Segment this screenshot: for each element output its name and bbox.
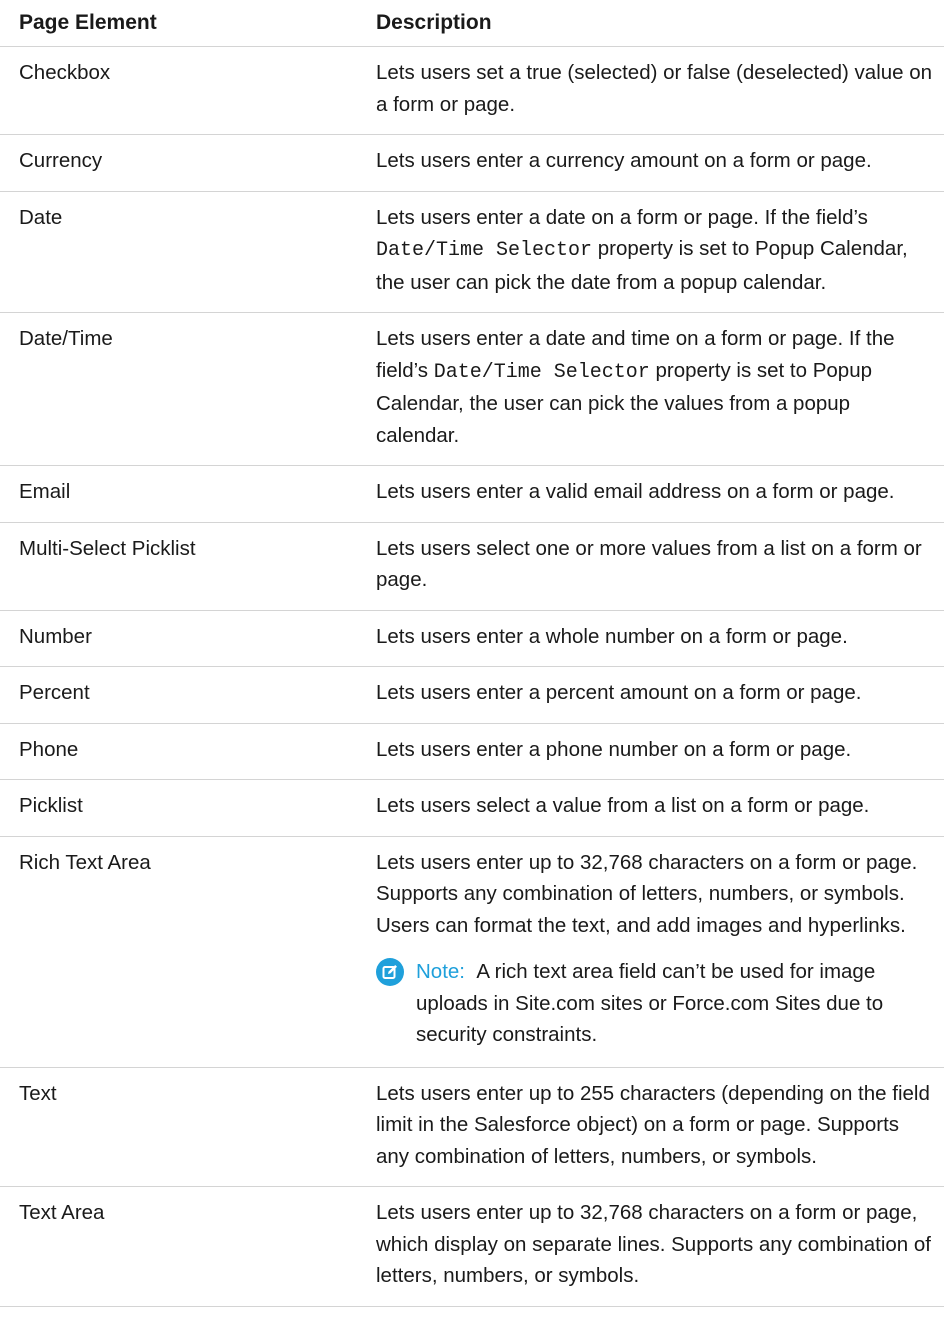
element-description: Lets users select one or more values fro… [357,522,944,611]
element-description: Lets users enter up to 32,768 characters… [357,836,944,1068]
table-row: Checkbox Lets users set a true (selected… [0,46,944,135]
element-name: Date/Time [0,312,357,466]
table-row: Number Lets users enter a whole number o… [0,610,944,667]
element-name: Rich Text Area [0,836,357,1068]
code-date-time-selector: Date/Time Selector [376,239,593,262]
element-name: Checkbox [0,46,357,135]
table-row: Text Lets users enter up to 255 characte… [0,1067,944,1187]
header-description: Description [357,0,944,47]
element-name: Number [0,610,357,667]
element-name: Picklist [0,779,357,837]
element-name: Text Area [0,1186,357,1307]
element-description: Lets users enter a valid email address o… [357,465,944,523]
element-name: Text [0,1067,357,1187]
table-row: Multi-Select Picklist Lets users select … [0,522,944,611]
element-description: Lets users enter a date on a form or pag… [357,191,944,313]
element-name: Email [0,465,357,523]
header-page-element: Page Element [0,0,357,47]
element-description: Lets users enter a phone number on a for… [357,723,944,780]
element-name: Multi-Select Picklist [0,522,357,611]
description-text: Lets users enter up to 32,768 characters… [376,850,918,937]
edit-note-icon [376,958,404,986]
table-row: Rich Text Area Lets users enter up to 32… [0,836,944,1068]
page-elements-table: Page Element Description Checkbox Lets u… [0,0,944,1307]
element-description: Lets users enter a whole number on a for… [357,610,944,667]
table-body: Checkbox Lets users set a true (selected… [0,46,944,1307]
header-row: Page Element Description [0,0,944,47]
table-row: Date Lets users enter a date on a form o… [0,191,944,313]
note-callout: Note: A rich text area field can’t be us… [376,956,936,1051]
table-row: Percent Lets users enter a percent amoun… [0,666,944,724]
table-header: Page Element Description [0,0,944,47]
table-row: Phone Lets users enter a phone number on… [0,723,944,780]
element-name: Date [0,191,357,313]
note-text: A rich text area field can’t be used for… [416,960,884,1046]
note-body: Note: A rich text area field can’t be us… [416,956,936,1051]
element-description: Lets users select a value from a list on… [357,779,944,837]
element-description: Lets users enter up to 255 characters (d… [357,1067,944,1187]
table-row: Date/Time Lets users enter a date and ti… [0,312,944,466]
element-description: Lets users set a true (selected) or fals… [357,46,944,135]
code-date-time-selector: Date/Time Selector [433,360,650,384]
note-label: Note: [416,960,465,983]
description-text: Lets users enter a date on a form or pag… [376,205,868,229]
table-row: Currency Lets users enter a currency amo… [0,134,944,192]
table-row: Text Area Lets users enter up to 32,768 … [0,1186,944,1307]
element-name: Currency [0,134,357,192]
element-description: Lets users enter a currency amount on a … [357,134,944,192]
element-description: Lets users enter a percent amount on a f… [357,666,944,724]
element-description: Lets users enter a date and time on a fo… [357,312,944,466]
table-row: Picklist Lets users select a value from … [0,779,944,837]
table-row: Email Lets users enter a valid email add… [0,465,944,523]
element-name: Percent [0,666,357,724]
element-description: Lets users enter up to 32,768 characters… [357,1186,944,1307]
element-name: Phone [0,723,357,780]
